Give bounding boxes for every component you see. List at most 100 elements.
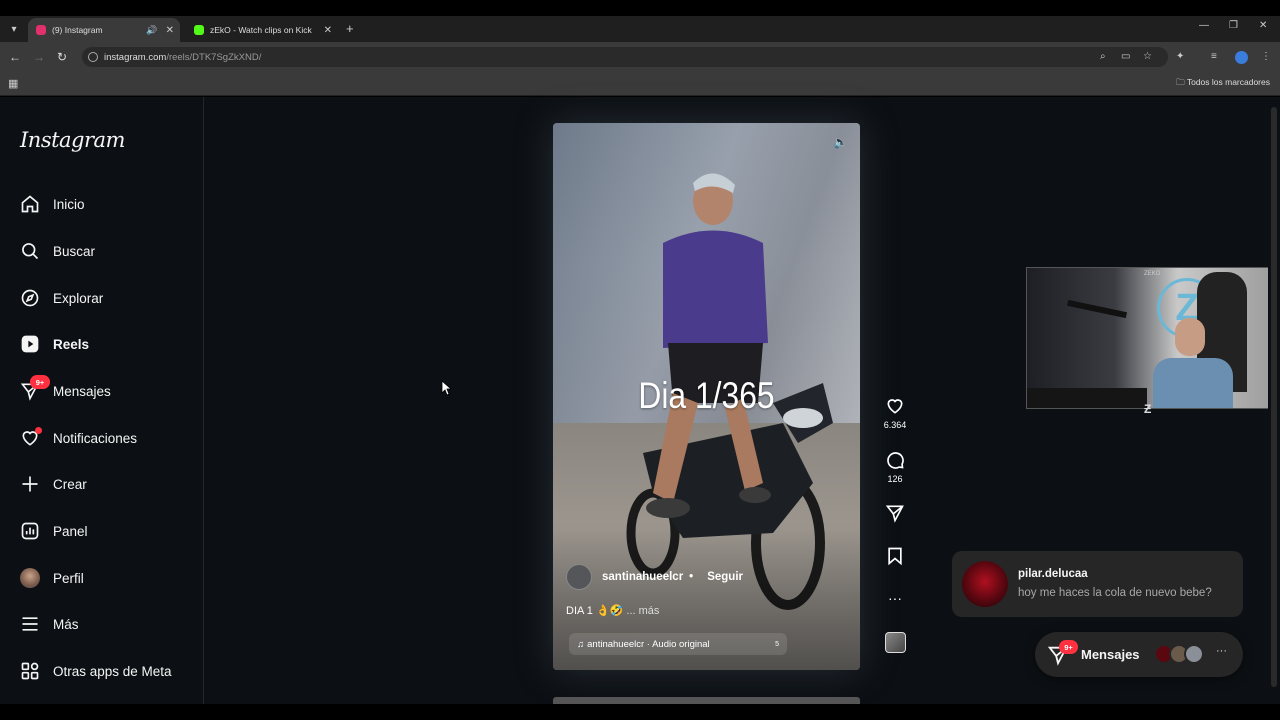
page-scrollbar[interactable]: [1268, 97, 1280, 704]
sidebar-item-label: Reels: [53, 336, 90, 352]
audio-count: 5: [775, 640, 779, 648]
author-avatar[interactable]: [566, 564, 592, 590]
sidebar-item-label: Panel: [53, 523, 88, 539]
cam-brand: ZEKO: [1144, 271, 1161, 277]
messages-button[interactable]: 9+ Mensajes ···: [1035, 632, 1243, 677]
zoom-icon[interactable]: ⌕: [1100, 51, 1106, 62]
more-options-icon[interactable]: ···: [878, 590, 912, 606]
author-username[interactable]: santinahueelcr: [602, 571, 683, 583]
avatar: [20, 568, 40, 588]
close-window-button[interactable]: ✕: [1259, 20, 1267, 31]
back-button[interactable]: ←: [9, 50, 21, 64]
sidebar-item-label: Explorar: [53, 290, 104, 306]
all-bookmarks-button[interactable]: 🗀 Todos los marcadores: [1176, 77, 1270, 91]
url-field[interactable]: instagram.com/reels/DTK7SgZkXND/: [82, 47, 1168, 67]
sidebar-item-panel[interactable]: Panel: [20, 518, 88, 544]
like-count: 6.364: [883, 420, 907, 430]
instagram-logo[interactable]: Instagram: [20, 128, 125, 152]
sidebar-item-label: Más: [53, 616, 79, 632]
message-notification[interactable]: pilar.delucaa hoy me haces la cola de nu…: [952, 551, 1243, 617]
reload-button[interactable]: ↻: [57, 50, 67, 64]
message-preview: hoy me haces la cola de nuevo bebe?: [1018, 587, 1212, 599]
reel-overlay-text: Dia 1/365: [638, 375, 775, 416]
streamer-webcam: Z ZEKO: [1026, 267, 1277, 409]
minimize-button[interactable]: —: [1199, 20, 1209, 31]
follow-button[interactable]: Seguir: [707, 571, 743, 583]
url-path: /reels/DTK7SgZkXND/: [166, 51, 262, 63]
dashboard-icon: [20, 521, 40, 541]
streamer-head: [1175, 318, 1205, 356]
comment-count: 126: [887, 474, 903, 484]
sidebar-item-notificaciones[interactable]: Notificaciones: [20, 425, 137, 451]
audio-thumbnail[interactable]: [885, 632, 906, 653]
streamer-shirt: [1153, 358, 1233, 408]
compass-icon: [20, 288, 40, 308]
sidebar-item-reels[interactable]: Reels: [20, 331, 89, 357]
caption-text: DIA 1 👌🤣: [566, 605, 624, 617]
comment-icon: [887, 452, 904, 469]
desk: [1027, 388, 1147, 408]
tab-instagram[interactable]: (9) Instagram 🔊 ✕: [28, 18, 180, 42]
menu-icon: [20, 614, 40, 634]
conversation-avatars: [1154, 644, 1204, 664]
mouse-cursor-icon: [441, 380, 451, 396]
sidebar-item-label: Inicio: [53, 196, 85, 212]
comment-button[interactable]: 126: [878, 450, 912, 484]
search-icon: [20, 241, 40, 261]
heart-icon: [20, 427, 42, 448]
sidebar-item-explorar[interactable]: Explorar: [20, 285, 103, 311]
tab-search-button[interactable]: ▾: [6, 21, 22, 37]
new-tab-button[interactable]: +: [346, 21, 354, 36]
bottom-strip: [0, 704, 1280, 720]
sidebar-item-otras-apps[interactable]: Otras apps de Meta: [20, 658, 172, 684]
messenger-icon: 9+: [20, 375, 50, 401]
sidebar-item-label: Notificaciones: [53, 430, 138, 446]
speaker-icon[interactable]: 🔊: [146, 25, 157, 36]
extensions-icon[interactable]: ✦: [1176, 51, 1184, 62]
media-control-icon[interactable]: ≡: [1211, 51, 1217, 62]
site-info-icon[interactable]: [88, 52, 98, 62]
sidebar-item-crear[interactable]: Crear: [20, 471, 87, 497]
cast-icon[interactable]: ▭: [1121, 51, 1130, 62]
share-button[interactable]: [878, 503, 912, 523]
person-graphic: [646, 173, 771, 518]
save-button[interactable]: [878, 546, 912, 566]
more-link[interactable]: ... más: [626, 605, 659, 617]
sidebar-item-label: Otras apps de Meta: [53, 663, 172, 679]
reel-caption: DIA 1 👌🤣 ... más: [566, 604, 659, 617]
close-icon[interactable]: ✕: [324, 25, 332, 36]
bookmark-star-icon[interactable]: ☆: [1143, 51, 1152, 62]
like-button[interactable]: 6.364: [878, 396, 912, 430]
restore-button[interactable]: ❐: [1229, 20, 1238, 31]
kick-favicon: [194, 25, 204, 35]
tab-kick[interactable]: zEkO - Watch clips on Kick ✕: [186, 18, 338, 42]
sender-username: pilar.delucaa: [1018, 568, 1088, 580]
reels-icon: [20, 334, 40, 354]
instagram-favicon: [36, 25, 46, 35]
reel-author: santinahueelcr • Seguir: [566, 564, 743, 590]
profile-avatar[interactable]: [1235, 51, 1248, 64]
browser-menu-icon[interactable]: ⋮: [1261, 51, 1271, 62]
audio-track[interactable]: ♫ antinahueelcr · Audio original 5: [569, 633, 787, 655]
unread-badge: 9+: [1059, 640, 1078, 654]
home-icon: [20, 194, 40, 214]
share-icon: [885, 505, 904, 523]
plus-icon: [20, 474, 40, 494]
audio-label: antinahueelcr · Audio original: [587, 638, 710, 650]
sidebar-item-perfil[interactable]: Perfil: [20, 565, 84, 591]
messages-label: Mensajes: [1081, 647, 1140, 662]
unread-badge: 9+: [30, 375, 50, 389]
reel-video[interactable]: Dia 1/365 🔈 santinahueelcr • Seguir DIA …: [553, 123, 860, 670]
sidebar-item-inicio[interactable]: Inicio: [20, 191, 85, 217]
scrollbar-thumb[interactable]: [1271, 107, 1277, 687]
close-icon[interactable]: ✕: [166, 25, 174, 36]
sidebar-item-mensajes[interactable]: 9+ Mensajes: [20, 375, 111, 404]
sidebar-item-mas[interactable]: Más: [20, 611, 79, 637]
window-top-strip: [0, 0, 1280, 16]
sidebar-item-buscar[interactable]: Buscar: [20, 238, 95, 264]
volume-icon[interactable]: 🔈: [833, 135, 848, 149]
notification-dot: [35, 427, 42, 434]
apps-grid-icon[interactable]: ▦: [8, 77, 18, 90]
url-host: instagram.com: [104, 51, 167, 63]
forward-button[interactable]: →: [33, 50, 45, 64]
